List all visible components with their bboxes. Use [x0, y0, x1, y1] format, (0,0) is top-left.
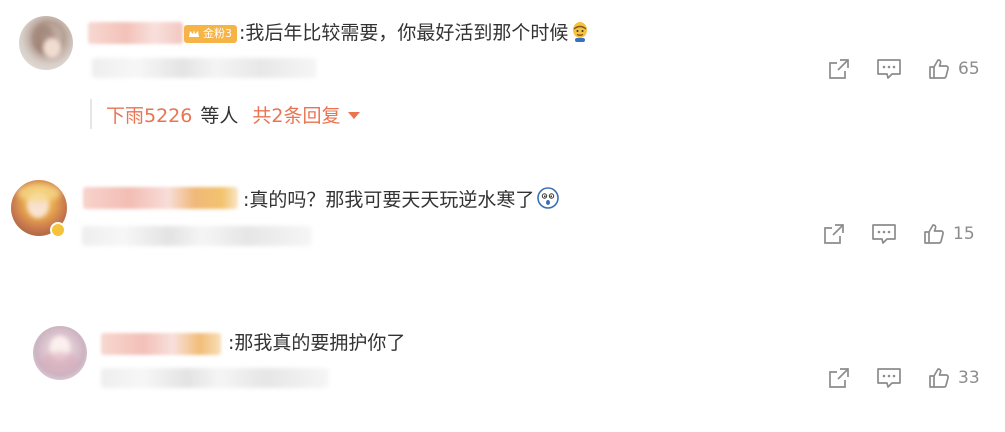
shocked-face-emoji	[537, 187, 560, 209]
share-icon	[824, 224, 844, 244]
crown-icon	[189, 30, 199, 37]
like-count: 33	[958, 368, 980, 388]
avatar[interactable]	[19, 16, 73, 70]
username[interactable]	[83, 187, 238, 209]
share-icon	[829, 59, 849, 79]
like-button[interactable]	[926, 365, 952, 391]
badge-label: 金粉3	[203, 27, 232, 40]
thumbs-up-icon	[929, 59, 949, 79]
caret-down-icon	[348, 111, 361, 119]
verified-badge-icon	[50, 222, 66, 238]
comment-icon	[877, 368, 901, 388]
avatar[interactable]	[33, 326, 87, 380]
share-icon	[829, 368, 849, 388]
like-button[interactable]	[926, 56, 952, 82]
share-button[interactable]	[826, 365, 852, 391]
comment-text: :那我真的要拥护你了	[228, 330, 405, 356]
comment-meta	[82, 226, 312, 246]
comment-actions: 65	[826, 56, 980, 82]
comment-text-content: :我后年比较需要，你最好活到那个时候	[239, 22, 569, 44]
thumbs-up-icon	[924, 224, 944, 244]
reply-etc-label: 等人	[200, 104, 239, 127]
fan-badge[interactable]: 金粉3	[184, 25, 237, 43]
comment-button[interactable]	[876, 56, 902, 82]
comment-text: :真的吗？那我可要天天玩逆水寒了	[243, 186, 560, 213]
expand-replies-button[interactable]: 共2条回复	[252, 101, 361, 128]
comment-button[interactable]	[876, 365, 902, 391]
like-count: 15	[953, 224, 975, 244]
comment-item: :真的吗？那我可要天天玩逆水寒了 15	[0, 150, 1005, 280]
comment-icon	[872, 224, 896, 244]
like-count: 65	[958, 59, 980, 79]
comment-actions: 15	[821, 221, 975, 247]
username[interactable]	[88, 22, 183, 44]
comment-meta	[101, 368, 329, 388]
comment-item: :那我真的要拥护你了 33	[0, 300, 1005, 432]
thumbs-up-icon	[929, 368, 949, 388]
comment-text: :我后年比较需要，你最好活到那个时候	[239, 20, 590, 46]
reply-summary: 下雨5226 等人 共2条回复	[90, 99, 361, 129]
comment-actions: 33	[826, 365, 980, 391]
reply-user-link[interactable]: 下雨5226	[106, 101, 192, 128]
comment-text-content: :那我真的要拥护你了	[228, 332, 406, 354]
share-button[interactable]	[826, 56, 852, 82]
reply-count-label: 共2条回复	[252, 104, 341, 127]
like-button[interactable]	[921, 221, 947, 247]
username[interactable]	[101, 333, 221, 355]
comment-meta	[92, 58, 317, 78]
smug-face-emoji	[573, 22, 588, 42]
comment-item: 金粉3 :我后年比较需要，你最好活到那个时候 65 下雨5226 等人 共2条回…	[0, 0, 1005, 150]
share-button[interactable]	[821, 221, 847, 247]
comment-text-content: :真的吗？那我可要天天玩逆水寒了	[243, 189, 535, 211]
comment-icon	[877, 59, 901, 79]
comment-button[interactable]	[871, 221, 897, 247]
